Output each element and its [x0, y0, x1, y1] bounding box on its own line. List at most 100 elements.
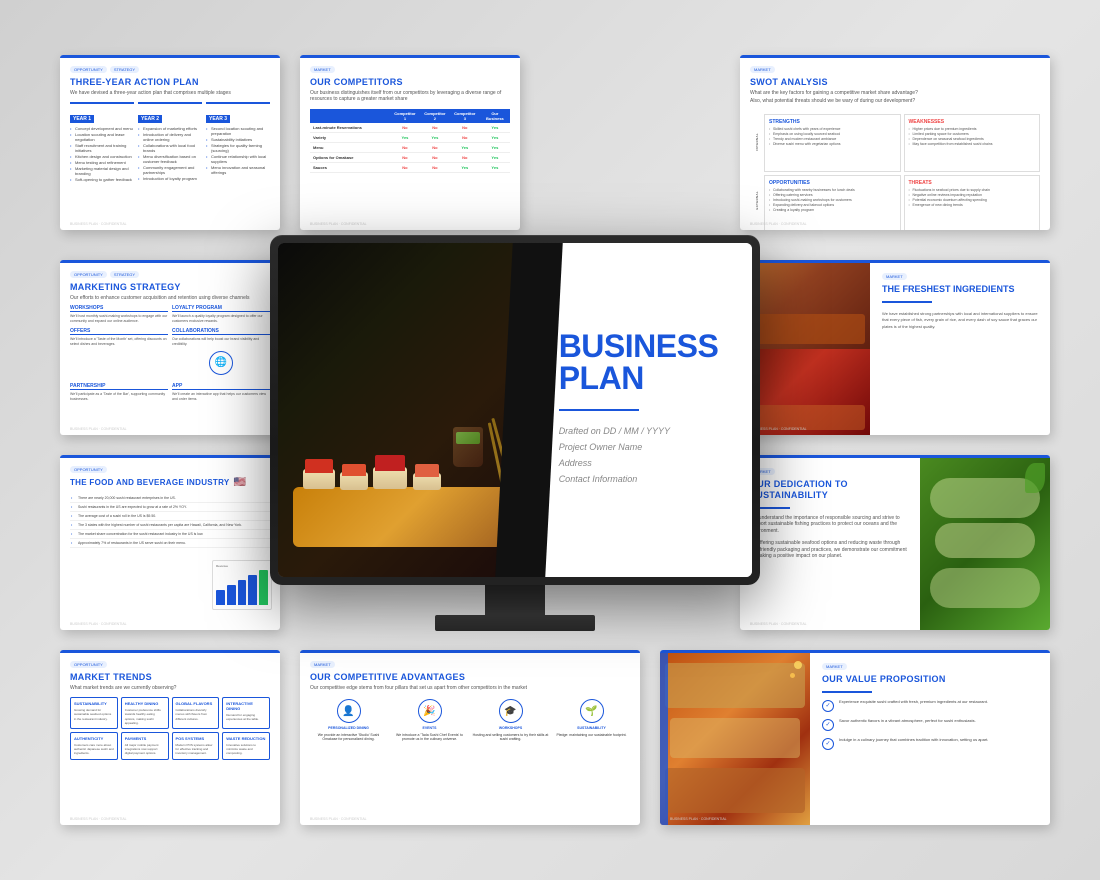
fb-title: THE FOOD AND BEVERAGE INDUSTRY	[70, 478, 230, 488]
ca-subtitle: Our competitive edge stems from four pil…	[310, 685, 630, 692]
dedication-body1: We understand the importance of responsi…	[750, 515, 910, 535]
label-market-vp: MARKET	[822, 663, 847, 670]
swot-o-5: Creating a loyalty program	[769, 208, 896, 212]
ca-sustainability: 🌱 SUSTAINABILITY Pledge: maintaining our…	[553, 699, 630, 742]
comp-5-3: Yes	[450, 162, 480, 172]
slide-three-year[interactable]: OPPORTUNITY STRATEGY THREE-YEAR ACTION P…	[60, 55, 280, 230]
vp-text-area: MARKET OUR VALUE PROPOSITION ✓ Experienc…	[810, 653, 1050, 825]
marketing-workshops: WORKSHOPS We'll host monthly sushi-makin…	[70, 305, 168, 324]
comp-4-2: No	[420, 152, 450, 162]
year1-item-7: Soft-opening to gather feedback	[70, 177, 134, 182]
vp-sushi-1	[665, 663, 805, 708]
check-mark-2: ✓	[825, 721, 830, 728]
marketing-collaborations: COLLABORATIONS Our collaborations will h…	[172, 328, 270, 379]
vp-text-2: Savor authentic flavors in a vibrant atm…	[839, 718, 976, 724]
slide-competitors[interactable]: MARKET OUR COMPETITORS Our business dist…	[300, 55, 520, 230]
food-stat-3: The average cost of a sushi roll in the …	[70, 512, 270, 521]
bp-project: Project Owner Name	[559, 442, 732, 452]
swot-t-3: Potential economic downturn affecting sp…	[909, 198, 1036, 202]
comp-row-1: Last-minute Reservations No No No Yes	[310, 123, 510, 133]
comp-col-feature	[310, 109, 390, 123]
year-col-1: YEAR 1 Concept development and menu Loca…	[70, 102, 134, 183]
label-opportunity: OPPORTUNITY	[70, 66, 107, 73]
vp-check-3: ✓	[822, 738, 834, 750]
trend-global: GLOBAL FLAVORS Collaborations diversify …	[172, 697, 220, 729]
food-stat-5: The market share concentration for the s…	[70, 530, 270, 539]
label-strategy: STRATEGY	[110, 66, 139, 73]
monitor-container: BUSINESS PLAN Drafted on DD / MM / YYYY …	[270, 235, 760, 645]
trend-sust-title: SUSTAINABILITY	[74, 701, 114, 706]
food-stat-1: There are nearly 20,000 sushi restaurant…	[70, 494, 270, 503]
year3-item-4: Continue relationship with local supplie…	[206, 154, 270, 164]
slide-dedication[interactable]: MARKET OUR DEDICATION TO SUSTAINABILITY …	[740, 455, 1050, 630]
competitors-subtitle: Our business distinguishes itself from o…	[310, 90, 510, 103]
marketing-partnership: PARTNERSHIP We'll participate as a 'Tast…	[70, 383, 168, 402]
food-stat-4: The 3 states with the highest number of …	[70, 521, 270, 530]
food-stat-2: Sushi restaurants in the US are expected…	[70, 503, 270, 512]
year2-item-5: Community engagement and partnerships	[138, 165, 202, 175]
ca-workshops-desc: Hosting and selling customers to try the…	[472, 733, 549, 742]
ca-personalized-icon: 👤	[337, 699, 361, 723]
fb-flag: 🇺🇸	[234, 477, 246, 488]
label-opportunity-fb: OPPORTUNITY	[70, 466, 107, 473]
marketing-app: APP We'll create an interactive app that…	[172, 383, 270, 402]
trend-global-title: GLOBAL FLAVORS	[176, 701, 216, 706]
comp-3-3: Yes	[450, 142, 480, 152]
swot-o-4: Expanding delivery and takeout options	[769, 203, 896, 207]
vp-sushi-3	[665, 768, 805, 813]
monitor-stand-neck	[485, 585, 545, 615]
comp-3-4: Yes	[480, 142, 510, 152]
trend-waste-text: Innovative solutions to minimize waste a…	[226, 743, 266, 756]
swot-opportunities-title: OPPORTUNITIES	[769, 180, 896, 186]
vp-item-2: ✓ Savor authentic flavors in a vibrant a…	[822, 718, 1038, 731]
marketing-partnership-title: PARTNERSHIP	[70, 383, 168, 390]
dedication-footer: BUSINESS PLAN · CONFIDENTIAL	[750, 622, 1040, 626]
market-trends-question: What market trends are we currently obse…	[70, 685, 270, 692]
comp-2-3: No	[450, 132, 480, 142]
comp-5-1: No	[390, 162, 420, 172]
vp-sushi-2	[670, 718, 800, 758]
slide-food-beverage[interactable]: OPPORTUNITY THE FOOD AND BEVERAGE INDUST…	[60, 455, 280, 630]
ca-personalized-desc: We provide an interactive 'Studio' Sushi…	[310, 733, 387, 742]
year3-item-1: Second location scouting and preparation	[206, 126, 270, 136]
bar-3	[238, 580, 247, 605]
sushi-piece-2	[340, 472, 368, 490]
ca-sustainability-title: SUSTAINABILITY	[553, 726, 630, 731]
slide-swot[interactable]: MARKET SWOT ANALYSIS What are the key fa…	[740, 55, 1050, 230]
year2-item-2: Introduction of delivery and online orde…	[138, 132, 202, 142]
vp-item-1: ✓ Experience exquisite sushi crafted wit…	[822, 699, 1038, 712]
sushi-topping-1	[305, 459, 333, 473]
trend-authenticity: AUTHENTICITY Customers care more about a…	[70, 732, 118, 760]
marketing-collabs-text: Our collaborations will help boost our b…	[172, 337, 270, 347]
swot-threats-title: THREATS	[909, 180, 1036, 186]
swot-s-3: Trendy and modern restaurant ambiance	[769, 137, 896, 141]
leaf-garnish	[1025, 463, 1045, 493]
bp-title-line2: PLAN	[559, 362, 732, 394]
food-stats: There are nearly 20,000 sushi restaurant…	[70, 494, 270, 548]
slide-competitive-advantages[interactable]: MARKET OUR COMPETITIVE ADVANTAGES Our co…	[300, 650, 640, 825]
bar-5	[259, 570, 268, 605]
trend-payments: PAYMENTS All major mobile payment integr…	[121, 732, 169, 760]
check-mark-3: ✓	[825, 740, 830, 747]
marketing-offers-text: We'll introduce a 'Taste of the Month' s…	[70, 337, 168, 347]
slide-marketing[interactable]: OPPORTUNITY STRATEGY MARKETING STRATEGY …	[60, 260, 280, 435]
comp-row-3: Menu No No Yes Yes	[310, 142, 510, 152]
slide-value-proposition[interactable]: MARKET OUR VALUE PROPOSITION ✓ Experienc…	[660, 650, 1050, 825]
year3-label: YEAR 3	[206, 115, 230, 123]
trend-pay-text: All major mobile payment integrations no…	[125, 743, 165, 756]
bar-2	[227, 585, 236, 605]
slide-freshest[interactable]: MARKET THE FRESHEST INGREDIENTS We have …	[740, 260, 1050, 435]
comp-row-2: Variety Yes Yes No Yes	[310, 132, 510, 142]
vp-check-1: ✓	[822, 700, 834, 712]
sushi-topping-2	[342, 464, 366, 476]
swot-weaknesses-cell: WEAKNESSES Higher prices due to premium …	[904, 114, 1041, 173]
sushi-roll-decoration	[745, 314, 865, 344]
chart-label: Revenue	[216, 564, 268, 568]
marketing-loyalty: LOYALTY PROGRAM We'll launch a quality l…	[172, 305, 270, 324]
swot-w-3: Dependence on seasonal seafood ingredien…	[909, 137, 1036, 141]
trend-interactive-title: INTERACTIVE DINING	[226, 701, 266, 711]
slide-market-trends[interactable]: OPPORTUNITY MARKET TRENDS What market tr…	[60, 650, 280, 825]
sushi-topping-3	[375, 455, 405, 471]
year1-item-4: Kitchen design and construction	[70, 154, 134, 159]
tea-cup	[453, 427, 483, 467]
